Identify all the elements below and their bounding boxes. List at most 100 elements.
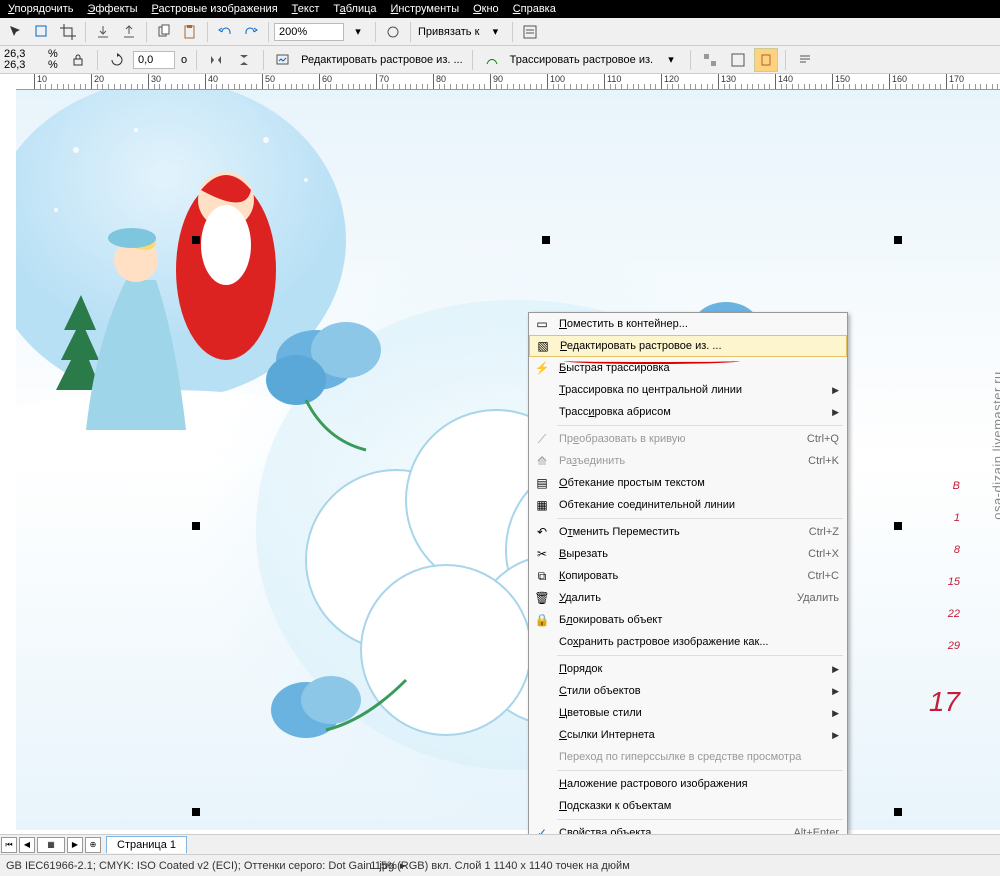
page-tab-1[interactable]: Страница 1 [106,836,187,853]
selection-handle[interactable] [192,808,200,816]
menu-table[interactable]: Таблица [333,3,376,15]
cm-undo-move[interactable]: ↶ Отменить Переместить Ctrl+Z [529,521,847,543]
highlight-annotation [564,358,740,364]
tool-arrow-icon[interactable] [4,20,28,44]
submenu-arrow-icon: ▶ [824,730,839,741]
cm-outline-trace[interactable]: Трассировка абрисом ▶ [529,401,847,423]
cm-bitmap-overlay[interactable]: Наложение растрового изображения [529,773,847,795]
wrap-connector-icon: ▦ [529,494,555,516]
cm-place-in-container[interactable]: ▭ Поместить в контейнер... [529,313,847,335]
zoom-dropdown-icon[interactable]: ▾ [346,20,370,44]
cm-hyperlink-jump: Переход по гиперссылке в средстве просмо… [529,746,847,768]
context-menu[interactable]: ▭ Поместить в контейнер... ▧ Редактирова… [528,312,848,867]
page-add-end-icon[interactable]: ⊕ [85,837,101,853]
snap-dropdown-icon[interactable]: ▾ [483,20,507,44]
cm-object-styles[interactable]: Стили объектов ▶ [529,680,847,702]
page-add-icon[interactable]: ▦ [37,837,65,853]
selection-handle[interactable] [894,522,902,530]
rotation-input[interactable] [133,51,175,69]
selection-handle[interactable] [192,522,200,530]
tool-pick-icon[interactable] [30,20,54,44]
canvas[interactable]: В 1 8 15 22 29 17 [16,90,1000,830]
menu-bitmaps[interactable]: Растровые изображения [151,3,277,15]
delete-icon: 🗑 [529,587,555,609]
menu-text[interactable]: Текст [292,3,320,15]
status-color-profile: GB IEC61966-2.1; CMYK: ISO Coated v2 (EC… [6,859,405,872]
options-icon[interactable] [518,20,542,44]
menu-tools[interactable]: Инструменты [391,3,460,15]
cm-lock-object[interactable]: 🔒 Блокировать объект [529,609,847,631]
copy-icon: ⧉ [529,565,555,587]
bitmap-mode-icon[interactable] [726,48,750,72]
zoom-input[interactable] [274,23,344,41]
wrap-text-icon: ▤ [529,472,555,494]
quick-trace-icon: ⚡ [529,357,555,379]
cm-order[interactable]: Порядок ▶ [529,658,847,680]
submenu-arrow-icon: ▶ [824,686,839,697]
rotate-icon[interactable] [105,48,129,72]
mirror-v-icon[interactable] [232,48,256,72]
cm-save-bitmap[interactable]: Сохранить растровое изображение как... [529,631,847,653]
selection-handle[interactable] [894,808,902,816]
undo-icon[interactable] [213,20,237,44]
edit-bitmap-icon: ▧ [530,336,556,356]
paste-icon[interactable] [178,20,202,44]
ruler-horizontal: 1020304050607080901001101201301401501601… [16,74,1000,90]
wrap-para-icon[interactable] [793,48,817,72]
selection-handle[interactable] [894,236,902,244]
cm-color-styles[interactable]: Цветовые стили ▶ [529,702,847,724]
cm-object-hints[interactable]: Подсказки к объектам [529,795,847,817]
submenu-arrow-icon: ▶ [824,385,839,396]
menubar[interactable]: Упорядочить Эффекты Растровые изображени… [0,0,1000,18]
cm-break-apart: ⟰ Разъединить Ctrl+K [529,450,847,472]
toolbar-main: ▾ Привязать к ▾ [0,18,1000,46]
redo-icon[interactable] [239,20,263,44]
calendar-fragment: В 1 8 15 22 29 17 [929,470,960,718]
copy-icon[interactable] [152,20,176,44]
menu-effects[interactable]: Эффекты [87,3,137,15]
snap-label: Привязать к [416,26,481,38]
cm-cut[interactable]: ✂ Вырезать Ctrl+X [529,543,847,565]
page-prev-icon[interactable]: ◀ [19,837,35,853]
status-bar: GB IEC61966-2.1; CMYK: ISO Coated v2 (EC… [0,854,1000,876]
cm-internet-links[interactable]: Ссылки Интернета ▶ [529,724,847,746]
mirror-h-icon[interactable] [204,48,228,72]
tool-extra1-icon[interactable] [381,20,405,44]
page-next-icon[interactable]: ▶ [67,837,83,853]
edit-bitmap-icon[interactable] [271,48,295,72]
property-bar: 26,3 26,3 % % o Редактировать растровое … [0,46,1000,74]
cm-delete[interactable]: 🗑 Удалить Удалить [529,587,847,609]
menu-arrange[interactable]: Упорядочить [8,3,73,15]
submenu-arrow-icon: ▶ [824,664,839,675]
export-icon[interactable] [117,20,141,44]
import-icon[interactable] [91,20,115,44]
degree-label: o [179,54,189,66]
selection-handle[interactable] [192,236,200,244]
trace-bitmap-label[interactable]: Трассировать растровое из. [508,54,655,66]
cm-wrap-connector[interactable]: ▦ Обтекание соединительной линии [529,494,847,516]
selection-handle[interactable] [542,236,550,244]
cm-copy[interactable]: ⧉ Копировать Ctrl+C [529,565,847,587]
break-icon: ⟰ [529,450,555,472]
cut-icon: ✂ [529,543,555,565]
trace-bitmap-icon[interactable] [480,48,504,72]
resample-icon[interactable] [698,48,722,72]
watermark: osa-dizain.livemaster.ru [991,371,1000,520]
page-first-icon[interactable]: ⏮ [1,837,17,853]
cm-wrap-text[interactable]: ▤ Обтекание простым текстом [529,472,847,494]
lock-ratio-icon[interactable] [66,48,90,72]
edit-bitmap-label[interactable]: Редактировать растровое из. ... [299,54,465,66]
menu-help[interactable]: Справка [513,3,556,15]
cm-centerline-trace[interactable]: Трассировка по центральной линии ▶ [529,379,847,401]
cm-edit-bitmap[interactable]: ▧ Редактировать растровое из. ... [529,335,847,357]
status-file-info: 1.jpg (RGB) вкл. Слой 1 1140 x 1140 точе… [370,860,630,872]
menu-window[interactable]: Окно [473,3,499,15]
undo-icon: ↶ [529,521,555,543]
container-icon: ▭ [529,313,555,335]
page-tabs: ⏮ ◀ ▦ ▶ ⊕ Страница 1 [0,834,1000,854]
transparency-icon[interactable] [754,48,778,72]
submenu-arrow-icon: ▶ [824,407,839,418]
trace-dropdown-icon[interactable]: ▾ [659,48,683,72]
position-xy: 26,3 26,3 [4,49,44,71]
tool-crop-icon[interactable] [56,20,80,44]
